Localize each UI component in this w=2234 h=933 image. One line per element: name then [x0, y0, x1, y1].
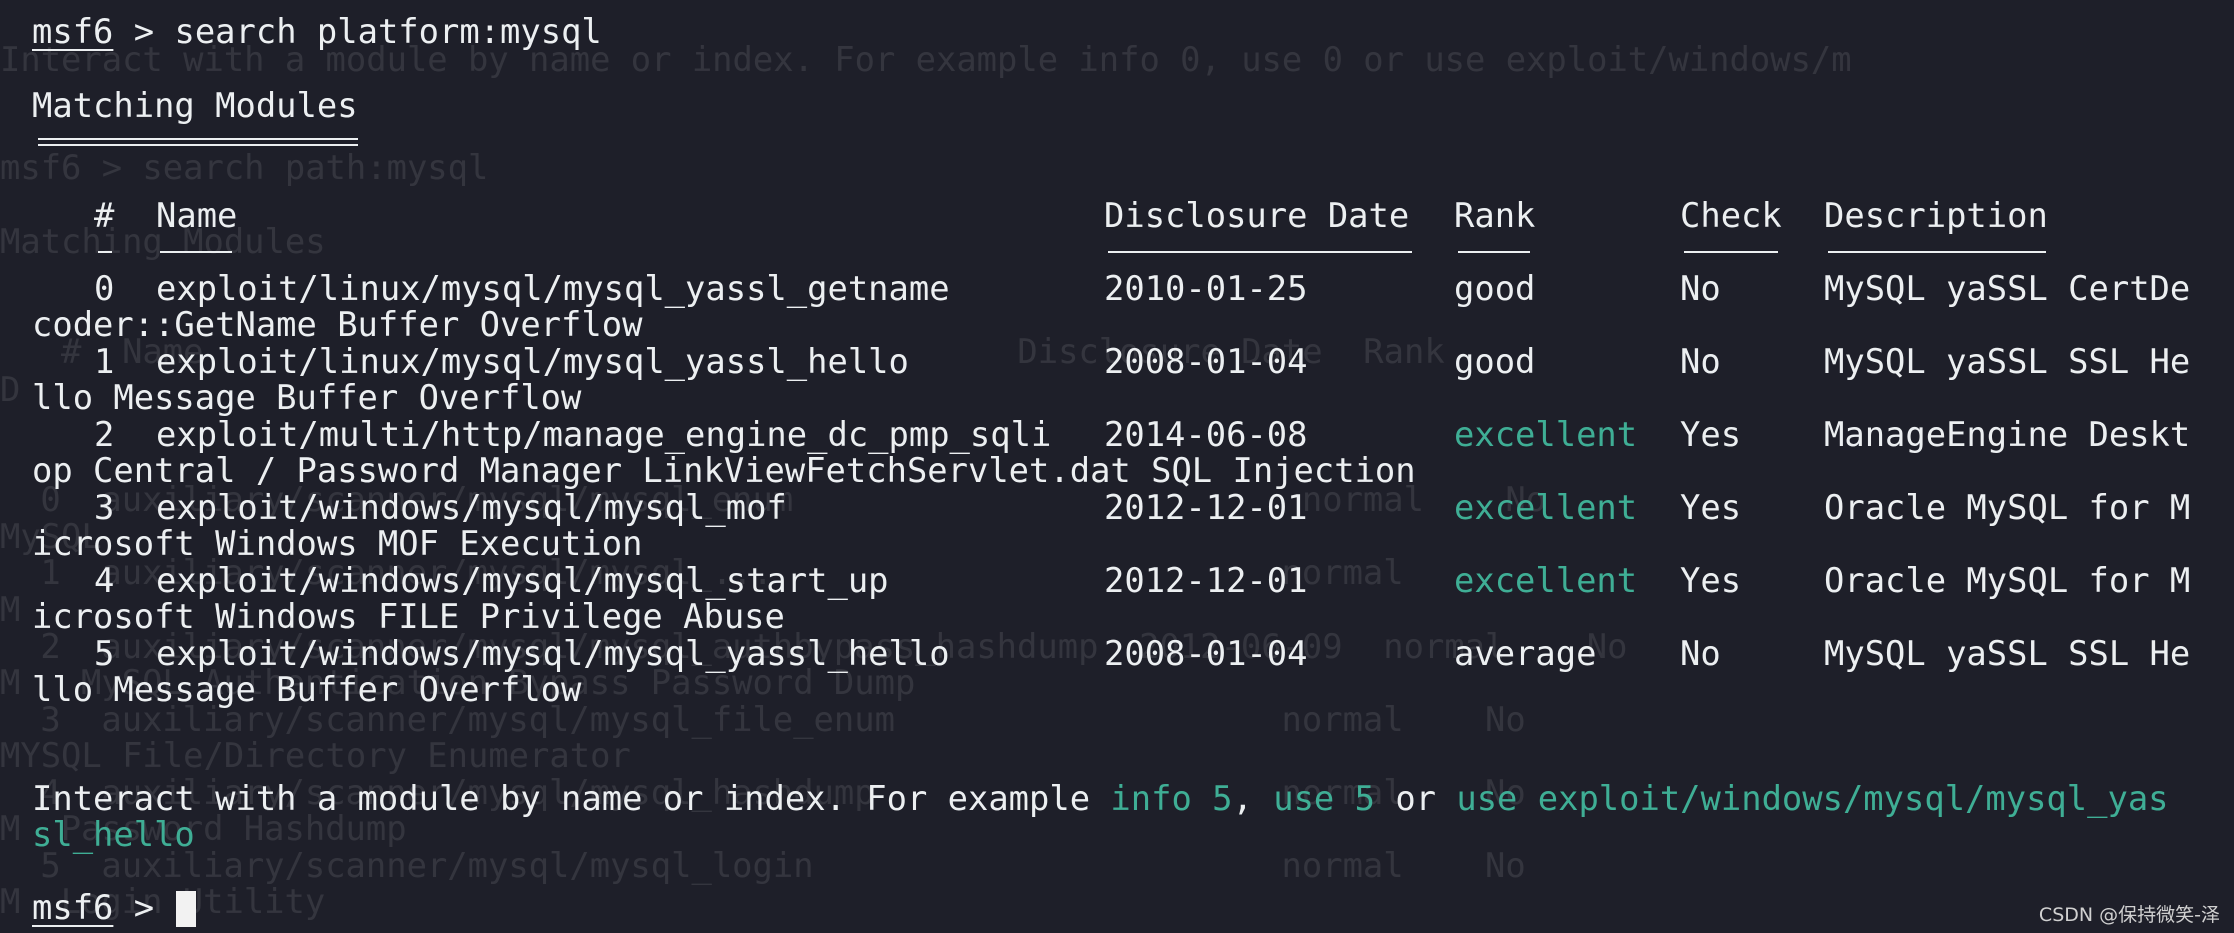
row-description-wrap: op Central / Password Manager LinkViewFe… [32, 451, 1416, 490]
row-description: ManageEngine Deskt [1824, 415, 2191, 454]
prompt-label: msf6 [32, 888, 114, 927]
row-description: MySQL yaSSL SSL He [1824, 342, 2191, 381]
column-underline-rank [1458, 251, 1530, 253]
column-header-index: # [94, 196, 115, 235]
row-rank: excellent [1454, 561, 1638, 600]
ghost-line: M [0, 590, 21, 629]
row-rank: excellent [1454, 488, 1638, 527]
input-prompt-line[interactable]: msf6 > [32, 888, 154, 928]
row-index: 0 [94, 269, 115, 308]
row-disclosure-date: 2012-12-01 [1104, 488, 1308, 527]
matching-modules-heading: Matching Modules [32, 86, 358, 125]
hint-info-command: info 5 [1110, 779, 1233, 818]
prompt-label: msf6 [32, 12, 114, 51]
row-rank: excellent [1454, 415, 1638, 454]
row-description: Oracle MySQL for M [1824, 488, 2191, 527]
column-header-date: Disclosure Date [1104, 196, 1410, 235]
text-cursor[interactable] [176, 891, 196, 927]
row-disclosure-date: 2014-06-08 [1104, 415, 1308, 454]
ghost-line: msf6 > search path:mysql [0, 148, 489, 187]
row-description-wrap: llo Message Buffer Overflow [32, 670, 582, 709]
command-text: search platform:mysql [174, 12, 602, 51]
hint-text: or [1374, 779, 1457, 818]
row-description-wrap: llo Message Buffer Overflow [32, 378, 582, 417]
prompt-symbol: > [133, 12, 155, 51]
row-index: 1 [94, 342, 115, 381]
row-description: Oracle MySQL for M [1824, 561, 2191, 600]
row-check: Yes [1680, 561, 1742, 600]
hint-use-command: use 5 [1273, 779, 1375, 818]
row-disclosure-date: 2012-12-01 [1104, 561, 1308, 600]
row-description-wrap: coder::GetName Buffer Overflow [32, 305, 643, 344]
row-rank: average [1454, 634, 1597, 673]
row-index: 3 [94, 488, 115, 527]
watermark-text: CSDN @保持微笑-泽 [2038, 904, 2220, 926]
ghost-line: D [0, 370, 21, 409]
ghost-line: M [0, 809, 21, 848]
ghost-line: MYSQL File/Directory Enumerator [0, 736, 631, 775]
row-module-name: exploit/windows/mysql/mysql_start_up [156, 561, 889, 600]
command-line: msf6 > search platform:mysql [32, 12, 602, 52]
column-underline-name [160, 251, 232, 253]
ghost-line: M [0, 882, 21, 921]
column-header-description: Description [1824, 196, 2048, 235]
usage-hint: Interact with a module by name or index.… [32, 779, 2169, 819]
row-check: Yes [1680, 415, 1742, 454]
row-module-name: exploit/linux/mysql/mysql_yassl_getname [156, 269, 950, 308]
row-rank: good [1454, 269, 1536, 308]
column-header-check: Check [1680, 196, 1782, 235]
column-underline-index [98, 251, 112, 253]
row-module-name: exploit/windows/mysql/mysql_mof [156, 488, 787, 527]
row-description-wrap: icrosoft Windows MOF Execution [32, 524, 643, 563]
row-check: No [1680, 269, 1721, 308]
row-description-wrap: icrosoft Windows FILE Privilege Abuse [32, 597, 785, 636]
row-check: Yes [1680, 488, 1742, 527]
row-check: No [1680, 634, 1721, 673]
heading-double-underline [38, 138, 358, 146]
row-disclosure-date: 2010-01-25 [1104, 269, 1308, 308]
column-header-name: Name [156, 196, 238, 235]
prompt-symbol: > [133, 888, 155, 927]
row-rank: good [1454, 342, 1536, 381]
hint-use-path-command: use exploit/windows/mysql/mysql_yas [1456, 779, 2169, 818]
column-underline-date [1108, 251, 1412, 253]
ghost-line: 5 auxiliary/scanner/mysql/mysql_login no… [20, 846, 1526, 885]
row-module-name: exploit/linux/mysql/mysql_yassl_hello [156, 342, 909, 381]
row-disclosure-date: 2008-01-04 [1104, 342, 1308, 381]
ghost-line: M [0, 663, 21, 702]
row-description: MySQL yaSSL CertDe [1824, 269, 2191, 308]
column-underline-check [1684, 251, 1778, 253]
hint-text: , [1232, 779, 1274, 818]
row-module-name: exploit/multi/http/manage_engine_dc_pmp_… [156, 415, 1052, 454]
row-index: 5 [94, 634, 115, 673]
column-header-rank: Rank [1454, 196, 1536, 235]
terminal-window[interactable]: Interact with a module by name or index.… [0, 0, 2234, 933]
row-index: 2 [94, 415, 115, 454]
row-description: MySQL yaSSL SSL He [1824, 634, 2191, 673]
row-disclosure-date: 2008-01-04 [1104, 634, 1308, 673]
row-check: No [1680, 342, 1721, 381]
hint-use-path-wrap: sl_hello [32, 815, 195, 854]
hint-text: Interact with a module by name or index.… [32, 779, 1111, 818]
row-index: 4 [94, 561, 115, 600]
row-module-name: exploit/windows/mysql/mysql_yassl_hello [156, 634, 950, 673]
column-underline-description [1828, 251, 2046, 253]
